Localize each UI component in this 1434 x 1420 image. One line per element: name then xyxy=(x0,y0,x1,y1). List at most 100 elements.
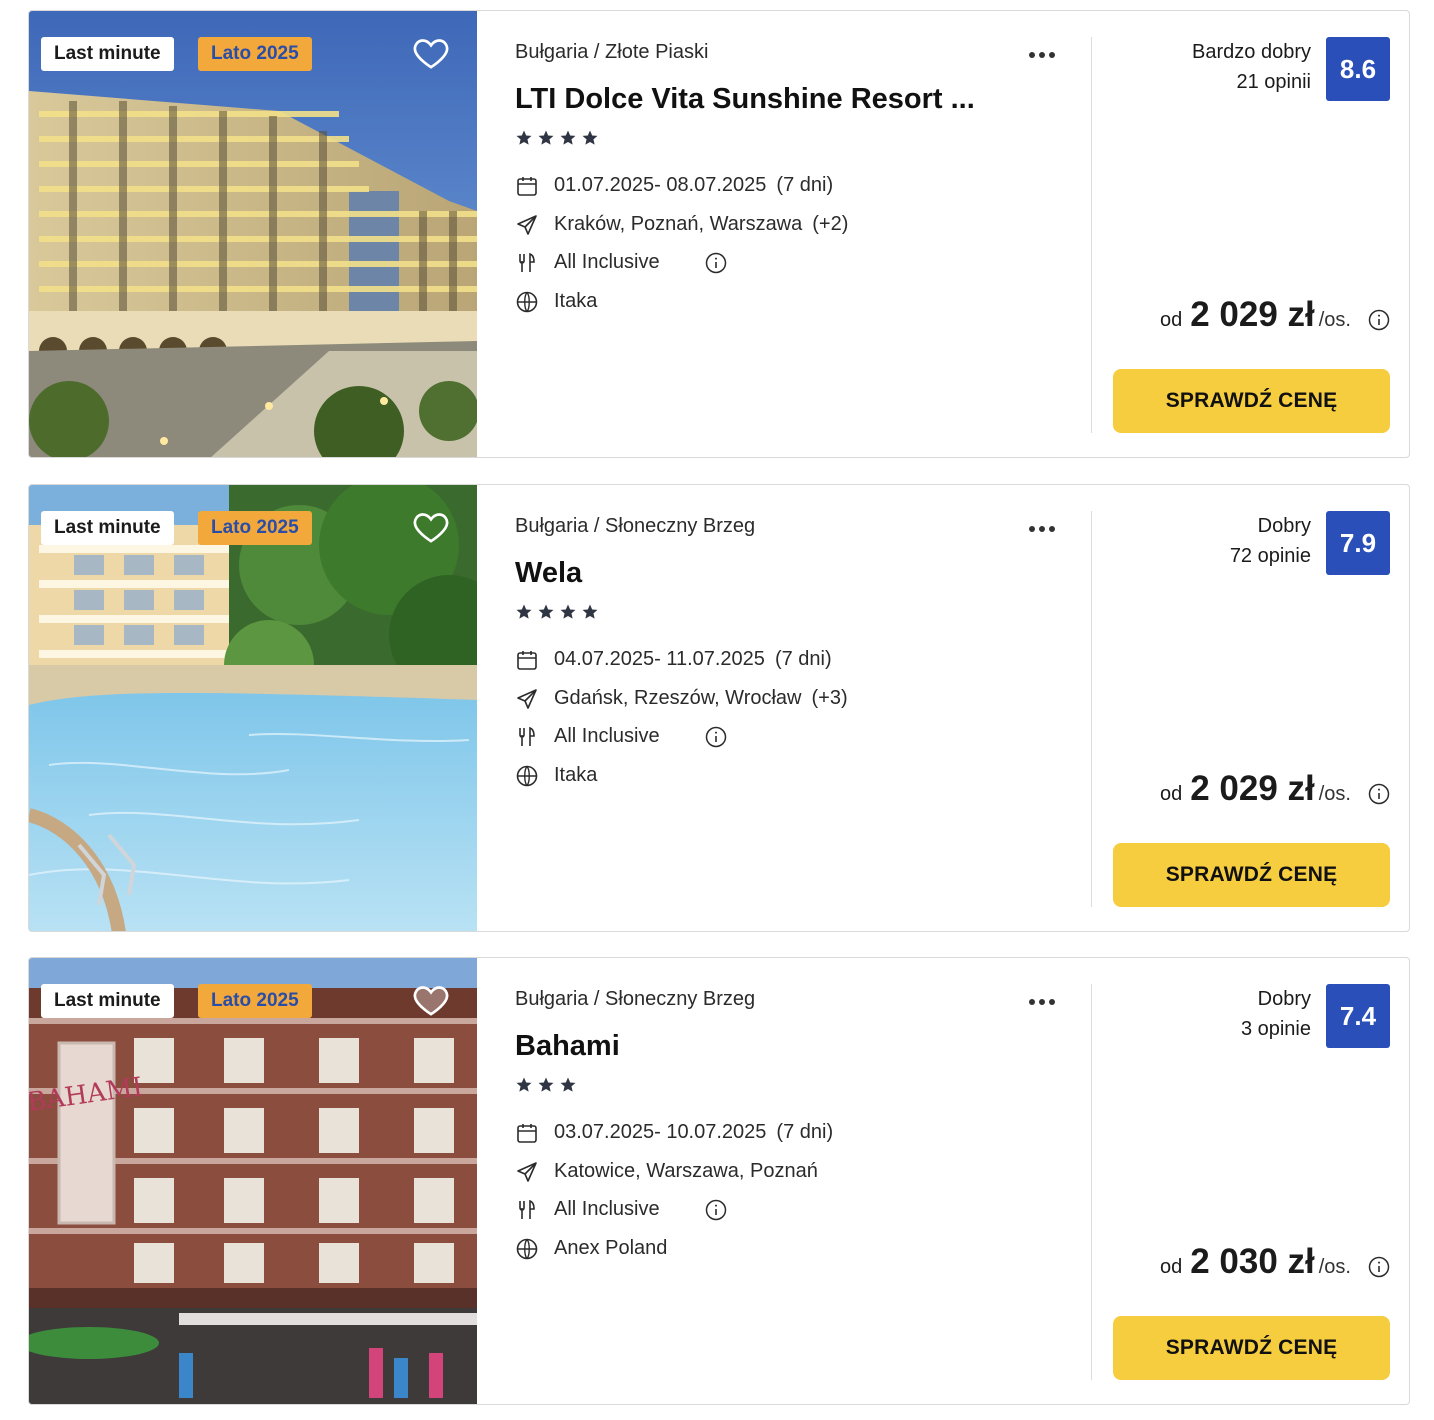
offer-card[interactable]: Last minute Lato 2025 Bułgaria / Słonecz… xyxy=(28,484,1410,932)
star-icon xyxy=(538,130,554,145)
star-icon xyxy=(516,130,532,145)
travel-dates: 03.07.2025- 10.07.2025 xyxy=(554,1121,767,1143)
airplane-icon xyxy=(517,689,537,709)
season-badge: Lato 2025 xyxy=(198,984,312,1018)
cutlery-icon xyxy=(519,726,535,746)
hotel-name[interactable]: Bahami xyxy=(515,1030,995,1063)
review-count[interactable]: 3 opinie xyxy=(1241,1014,1311,1044)
offer-details: Bułgaria / Złote Piaski LTI Dolce Vita S… xyxy=(515,11,1075,457)
travel-duration: (7 dni) xyxy=(774,648,832,670)
price-block: od 2 029 zł/os. xyxy=(1160,295,1351,335)
more-horizontal-icon[interactable] xyxy=(1029,45,1063,59)
price-prefix: od xyxy=(1159,783,1183,805)
star-icon xyxy=(560,604,576,619)
review-count[interactable]: 21 opinii xyxy=(1192,67,1311,97)
info-circle-icon[interactable] xyxy=(704,251,728,275)
hotel-photo[interactable]: Last minute Lato 2025 xyxy=(29,11,477,457)
info-circle-icon[interactable] xyxy=(1367,308,1391,332)
departure-extra[interactable]: (+3) xyxy=(812,687,848,709)
star-icon xyxy=(538,604,554,619)
price-block: od 2 029 zł/os. xyxy=(1160,769,1351,809)
star-icon xyxy=(582,604,598,619)
price-unit: /os. xyxy=(1318,783,1351,805)
price-amount: 2 030 zł xyxy=(1190,1242,1315,1281)
travel-duration: (7 dni) xyxy=(776,174,834,196)
price-unit: /os. xyxy=(1318,309,1351,331)
cutlery-icon xyxy=(519,1199,535,1219)
rating-label: Dobry xyxy=(1257,988,1311,1010)
offer-card[interactable]: BAHAMI Last minute Lato 2025 Bułgaria / … xyxy=(28,957,1410,1405)
calendar-icon xyxy=(517,651,537,670)
rating-label: Bardzo dobry xyxy=(1192,41,1311,63)
price-prefix: od xyxy=(1159,1256,1183,1278)
calendar-icon xyxy=(517,1124,537,1143)
check-price-button[interactable]: SPRAWDŹ CENĘ xyxy=(1113,1316,1390,1380)
more-horizontal-icon[interactable] xyxy=(1029,519,1063,533)
departure-airports: Gdańsk, Rzeszów, Wrocław xyxy=(554,687,802,709)
star-icon xyxy=(582,130,598,145)
rating-score: 8.6 xyxy=(1326,37,1390,101)
card-divider xyxy=(1091,984,1092,1380)
star-rating xyxy=(515,603,603,623)
rating-summary: Dobry 3 opinie xyxy=(1241,984,1311,1044)
hotel-name[interactable]: LTI Dolce Vita Sunshine Resort ... xyxy=(515,83,995,116)
hotel-photo[interactable]: Last minute Lato 2025 xyxy=(29,485,477,931)
info-circle-icon[interactable] xyxy=(1367,782,1391,806)
offer-card[interactable]: Last minute Lato 2025 Bułgaria / Złote P… xyxy=(28,10,1410,458)
offer-details: Bułgaria / Słoneczny Brzeg Wela 04.07.20… xyxy=(515,485,1075,931)
board-type: All Inclusive xyxy=(554,1198,660,1220)
tour-operator: Itaka xyxy=(554,764,598,786)
star-rating xyxy=(515,129,603,149)
heart-outline-icon[interactable] xyxy=(411,33,451,73)
departure-airports: Kraków, Poznań, Warszawa xyxy=(554,213,803,235)
last-minute-badge: Last minute xyxy=(41,511,174,545)
info-circle-icon[interactable] xyxy=(1367,1255,1391,1279)
board-type: All Inclusive xyxy=(554,725,660,747)
card-divider xyxy=(1091,511,1092,907)
departure-extra[interactable]: (+2) xyxy=(812,213,848,235)
star-icon xyxy=(538,1077,554,1092)
departure-airports: Katowice, Warszawa, Poznań xyxy=(554,1160,818,1182)
rating-summary: Bardzo dobry 21 opinii xyxy=(1192,37,1311,97)
globe-icon xyxy=(516,1238,538,1260)
check-price-button[interactable]: SPRAWDŹ CENĘ xyxy=(1113,843,1390,907)
offer-location: Bułgaria / Słoneczny Brzeg xyxy=(515,988,756,1010)
star-icon xyxy=(560,130,576,145)
board-type: All Inclusive xyxy=(554,251,660,273)
travel-duration: (7 dni) xyxy=(776,1121,834,1143)
price-unit: /os. xyxy=(1318,1256,1351,1278)
tour-operator: Itaka xyxy=(554,290,598,312)
travel-dates: 01.07.2025- 08.07.2025 xyxy=(554,174,767,196)
rating-summary: Dobry 72 opinie xyxy=(1230,511,1311,571)
price-amount: 2 029 zł xyxy=(1190,769,1315,808)
airplane-icon xyxy=(517,1162,537,1182)
offer-location: Bułgaria / Złote Piaski xyxy=(515,41,709,63)
info-circle-icon[interactable] xyxy=(704,725,728,749)
star-icon xyxy=(560,1077,576,1092)
cutlery-icon xyxy=(519,252,535,272)
hotel-photo[interactable]: BAHAMI Last minute Lato 2025 xyxy=(29,958,477,1404)
globe-icon xyxy=(516,291,538,313)
price-block: od 2 030 zł/os. xyxy=(1160,1242,1351,1282)
rating-label: Dobry xyxy=(1257,515,1311,537)
heart-outline-icon[interactable] xyxy=(411,507,451,547)
calendar-icon xyxy=(517,177,537,196)
check-price-button[interactable]: SPRAWDŹ CENĘ xyxy=(1113,369,1390,433)
hotel-name[interactable]: Wela xyxy=(515,557,995,590)
rating-score: 7.4 xyxy=(1326,984,1390,1048)
star-icon xyxy=(516,604,532,619)
offer-details: Bułgaria / Słoneczny Brzeg Bahami 03.07.… xyxy=(515,958,1075,1404)
last-minute-badge: Last minute xyxy=(41,984,174,1018)
last-minute-badge: Last minute xyxy=(41,37,174,71)
review-count[interactable]: 72 opinie xyxy=(1230,541,1311,571)
price-amount: 2 029 zł xyxy=(1190,295,1315,334)
star-rating xyxy=(515,1076,581,1096)
info-circle-icon[interactable] xyxy=(704,1198,728,1222)
more-horizontal-icon[interactable] xyxy=(1029,992,1063,1006)
travel-dates: 04.07.2025- 11.07.2025 xyxy=(554,648,765,670)
price-prefix: od xyxy=(1159,309,1183,331)
rating-score: 7.9 xyxy=(1326,511,1390,575)
star-icon xyxy=(516,1077,532,1092)
heart-outline-icon[interactable] xyxy=(411,980,451,1020)
tour-operator: Anex Poland xyxy=(554,1237,668,1259)
